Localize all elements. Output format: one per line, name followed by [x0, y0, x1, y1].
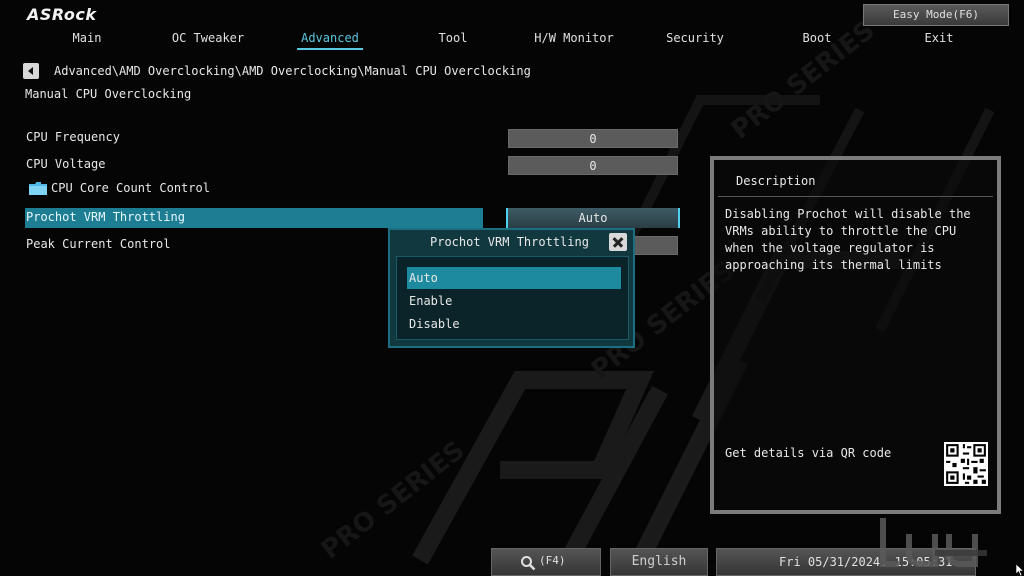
tab-tool[interactable]: Tool — [439, 31, 468, 45]
description-divider — [718, 196, 993, 197]
dialog-title: Prochot VRM Throttling — [430, 235, 589, 249]
qr-code-icon[interactable] — [944, 442, 988, 486]
setting-cpu-voltage-label[interactable]: CPU Voltage — [26, 157, 105, 171]
breadcrumb: Advanced\AMD Overclocking\AMD Overclocki… — [54, 64, 531, 78]
tab-oc-tweaker[interactable]: OC Tweaker — [172, 31, 244, 45]
tab-boot[interactable]: Boot — [803, 31, 832, 45]
setting-cpu-frequency-label[interactable]: CPU Frequency — [26, 130, 120, 144]
prochot-options-dialog: Prochot VRM Throttling Auto Enable Disab… — [388, 228, 635, 348]
tab-exit[interactable]: Exit — [925, 31, 954, 45]
watermark-logo-icon — [880, 518, 987, 567]
back-arrow-icon[interactable] — [23, 63, 39, 79]
search-icon — [521, 556, 536, 571]
description-title: Description — [736, 174, 816, 188]
options-list: Auto Enable Disable — [396, 256, 629, 340]
option-disable[interactable]: Disable — [407, 313, 621, 335]
qr-code-label: Get details via QR code — [725, 446, 892, 460]
mouse-cursor-icon — [1016, 564, 1024, 576]
cpu-frequency-value[interactable]: 0 — [508, 129, 678, 148]
option-auto[interactable]: Auto — [407, 267, 621, 289]
main-nav: Main OC Tweaker Advanced Tool H/W Monito… — [0, 31, 1024, 51]
tab-hw-monitor[interactable]: H/W Monitor — [534, 31, 613, 45]
folder-icon — [29, 182, 47, 195]
language-button[interactable]: English — [610, 548, 708, 576]
tab-main[interactable]: Main — [73, 31, 102, 45]
search-key-hint: (F4) — [539, 554, 566, 567]
tab-advanced[interactable]: Advanced — [297, 31, 363, 50]
prochot-vrm-throttling-value[interactable]: Auto — [506, 208, 680, 228]
cpu-voltage-value[interactable]: 0 — [508, 156, 678, 175]
setting-prochot-vrm-throttling-row[interactable]: Prochot VRM Throttling — [25, 208, 483, 228]
easy-mode-button[interactable]: Easy Mode(F6) — [863, 4, 1009, 26]
option-enable[interactable]: Enable — [407, 290, 621, 312]
setting-prochot-vrm-throttling-label: Prochot VRM Throttling — [26, 210, 185, 224]
description-panel: Description Disabling Prochot will disab… — [710, 156, 1001, 514]
tab-security[interactable]: Security — [666, 31, 724, 45]
setting-cpu-core-count-control[interactable]: CPU Core Count Control — [51, 181, 210, 195]
page-title: Manual CPU Overclocking — [25, 87, 192, 101]
setting-peak-current-control-label[interactable]: Peak Current Control — [26, 237, 171, 251]
asrock-logo: ASRock — [27, 5, 97, 24]
description-text: Disabling Prochot will disable the VRMs … — [725, 207, 971, 272]
close-icon[interactable] — [609, 233, 627, 251]
search-button[interactable]: (F4) — [491, 548, 601, 576]
